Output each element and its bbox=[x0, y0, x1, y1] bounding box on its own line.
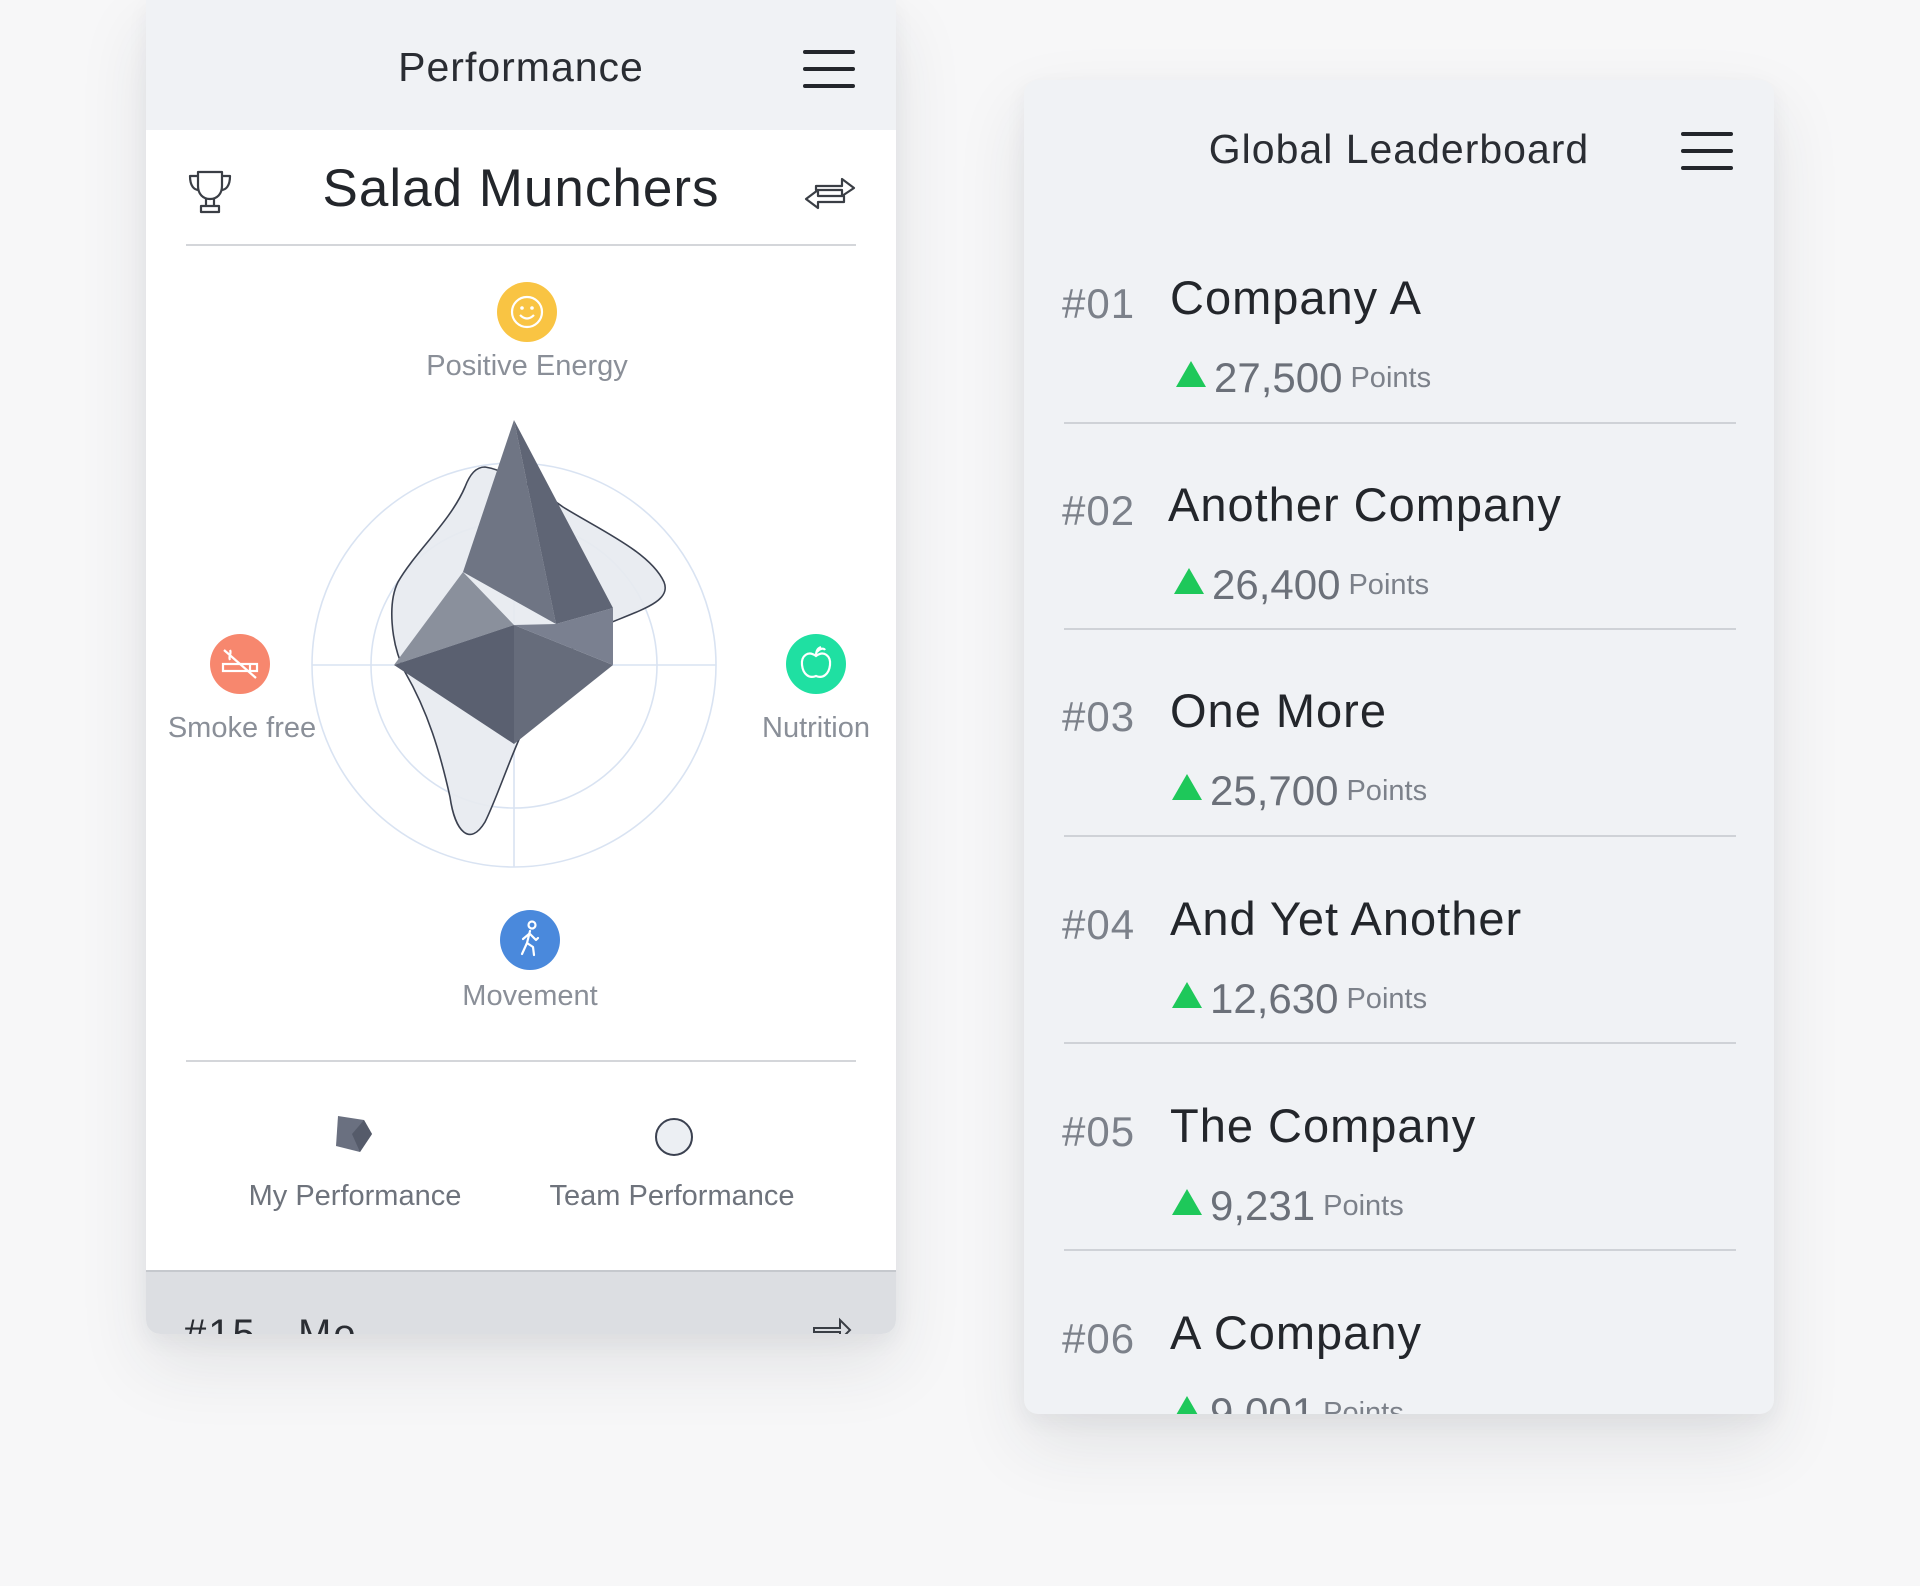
trend-up-icon bbox=[1172, 774, 1202, 800]
leaderboard-card: Global Leaderboard #01 Company A 27,500 P… bbox=[1024, 80, 1774, 1414]
row-company-name: One More bbox=[1170, 684, 1387, 737]
row-points: 9,001 Points bbox=[1172, 1389, 1404, 1414]
leaderboard-row[interactable]: #01 Company A 27,500 Points bbox=[1024, 256, 1774, 462]
team-performance-swatch bbox=[655, 1118, 693, 1156]
points-value: 9,001 bbox=[1210, 1389, 1316, 1414]
row-company-name: The Company bbox=[1170, 1099, 1477, 1152]
row-rank: #01 bbox=[1062, 280, 1136, 327]
points-unit: Points bbox=[1348, 568, 1430, 601]
trend-up-icon bbox=[1172, 982, 1202, 1008]
nutrition-label: Nutrition bbox=[762, 712, 870, 744]
row-divider bbox=[1064, 1042, 1736, 1044]
points-unit: Points bbox=[1346, 982, 1428, 1015]
movement-label: Movement bbox=[462, 980, 598, 1012]
performance-header: Performance bbox=[146, 0, 896, 130]
menu-icon[interactable] bbox=[1681, 132, 1733, 170]
team-performance-label: Team Performance bbox=[549, 1180, 795, 1212]
menu-icon[interactable] bbox=[803, 50, 855, 88]
row-points: 25,700 Points bbox=[1172, 767, 1427, 815]
my-rank-footer[interactable]: #15 Me bbox=[146, 1270, 896, 1334]
smiley-icon bbox=[497, 282, 557, 342]
row-divider bbox=[1064, 628, 1736, 630]
walking-person-icon bbox=[500, 910, 560, 970]
points-value: 25,700 bbox=[1210, 767, 1339, 814]
points-unit: Points bbox=[1323, 1189, 1404, 1222]
swap-arrows-icon[interactable] bbox=[802, 166, 858, 218]
row-company-name: And Yet Another bbox=[1170, 892, 1523, 945]
leaderboard-title: Global Leaderboard bbox=[1208, 126, 1590, 172]
points-value: 27,500 bbox=[1214, 354, 1343, 401]
leaderboard-row[interactable]: #02 Another Company 26,400 Points bbox=[1024, 463, 1774, 669]
points-unit: Points bbox=[1350, 361, 1432, 394]
performance-radar-chart bbox=[311, 420, 717, 868]
points-unit: Points bbox=[1323, 1396, 1404, 1415]
my-performance-swatch bbox=[336, 1116, 372, 1152]
header-divider bbox=[186, 244, 856, 246]
row-divider bbox=[1064, 835, 1736, 837]
row-company-name: Company A bbox=[1170, 271, 1422, 324]
positive-energy-label: Positive Energy bbox=[426, 350, 628, 382]
row-points: 12,630 Points bbox=[1172, 975, 1427, 1023]
row-rank: #06 bbox=[1062, 1315, 1136, 1362]
points-value: 9,231 bbox=[1210, 1182, 1316, 1229]
row-company-name: Another Company bbox=[1168, 478, 1562, 531]
row-rank: #05 bbox=[1062, 1108, 1136, 1155]
leaderboard-row[interactable]: #04 And Yet Another 12,630 Points bbox=[1024, 877, 1774, 1083]
performance-card: Performance Salad Munchers Positive Ener… bbox=[146, 0, 896, 1334]
row-points: 27,500 Points bbox=[1176, 354, 1431, 402]
arrow-right-icon[interactable] bbox=[812, 1316, 852, 1334]
points-unit: Points bbox=[1346, 774, 1428, 807]
no-smoking-icon bbox=[210, 634, 270, 694]
trend-up-icon bbox=[1174, 568, 1204, 594]
my-name: Me bbox=[298, 1312, 358, 1334]
row-points: 9,231 Points bbox=[1172, 1182, 1404, 1230]
leaderboard-row[interactable]: #05 The Company 9,231 Points bbox=[1024, 1084, 1774, 1290]
performance-title: Performance bbox=[398, 44, 644, 90]
trend-up-icon bbox=[1176, 361, 1206, 387]
trend-up-icon bbox=[1172, 1396, 1202, 1414]
points-value: 26,400 bbox=[1212, 561, 1341, 608]
my-performance-label: My Performance bbox=[248, 1180, 462, 1212]
row-divider bbox=[1064, 422, 1736, 424]
row-rank: #04 bbox=[1062, 901, 1136, 948]
row-divider bbox=[1064, 1249, 1736, 1251]
points-value: 12,630 bbox=[1210, 975, 1339, 1022]
leaderboard-row[interactable]: #03 One More 25,700 Points bbox=[1024, 669, 1774, 875]
row-rank: #03 bbox=[1062, 693, 1136, 740]
apple-icon bbox=[786, 634, 846, 694]
row-company-name: A Company bbox=[1170, 1306, 1422, 1359]
legend-divider bbox=[186, 1060, 856, 1062]
team-name: Salad Munchers bbox=[322, 159, 720, 218]
row-points: 26,400 Points bbox=[1174, 561, 1429, 609]
row-rank: #02 bbox=[1062, 487, 1136, 534]
leaderboard-row[interactable]: #06 A Company 9,001 Points bbox=[1024, 1291, 1774, 1414]
my-rank: #15 bbox=[184, 1312, 257, 1334]
trend-up-icon bbox=[1172, 1189, 1202, 1215]
